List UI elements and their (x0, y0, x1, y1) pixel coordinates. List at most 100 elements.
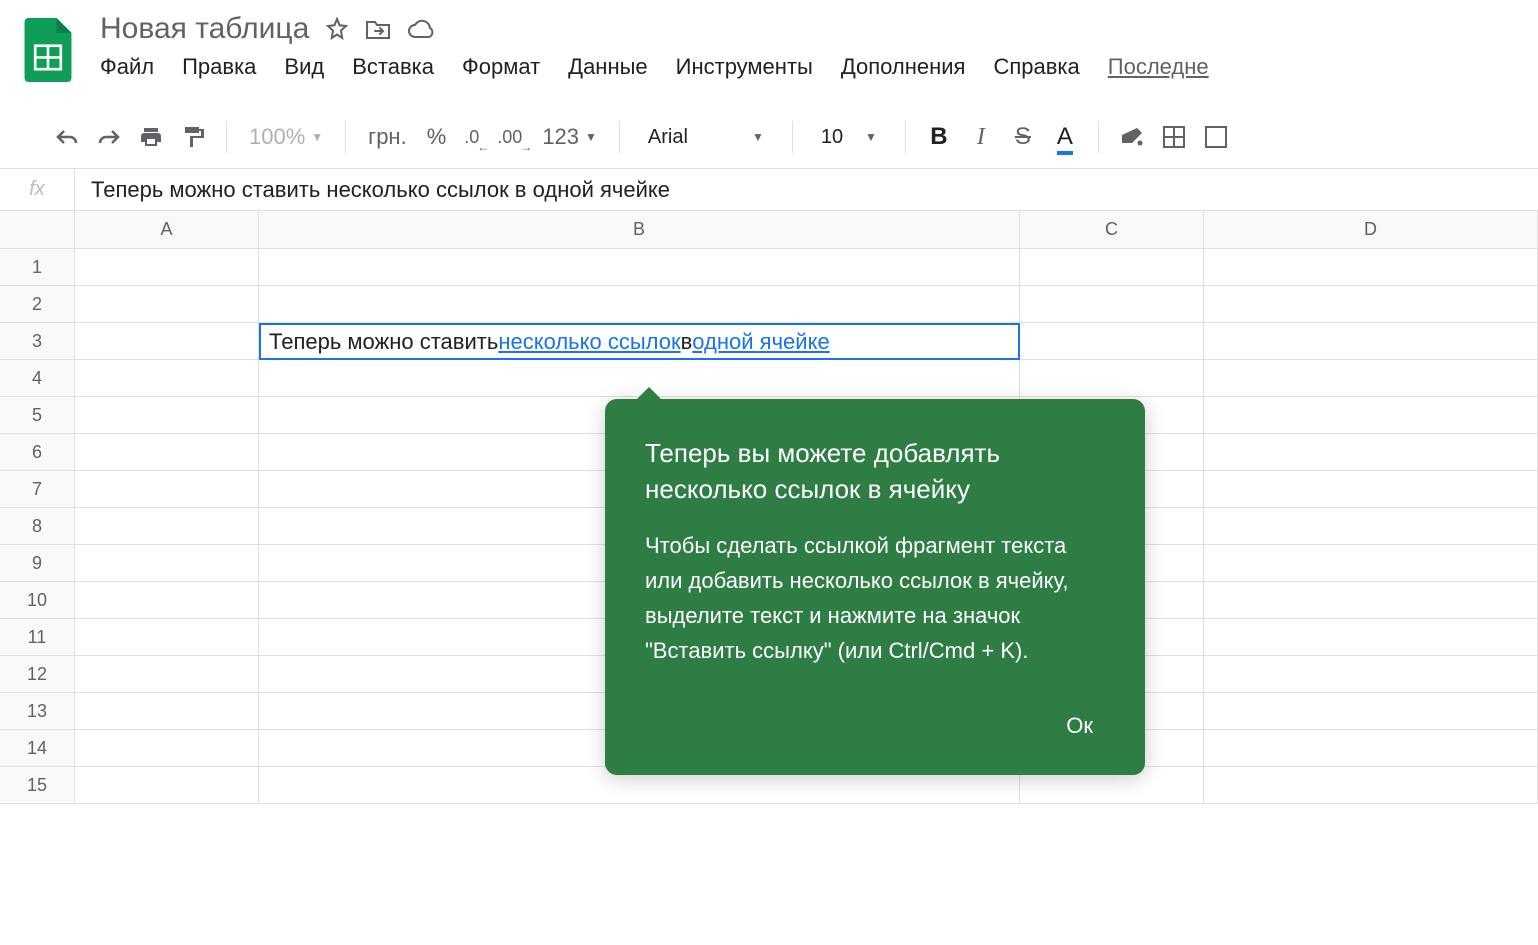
cell[interactable] (75, 397, 259, 434)
cell[interactable] (75, 286, 259, 323)
row-header[interactable]: 6 (0, 434, 75, 471)
percent-button[interactable]: % (421, 124, 453, 150)
cell[interactable] (75, 582, 259, 619)
star-icon[interactable] (325, 17, 349, 41)
paint-format-button[interactable] (176, 120, 210, 154)
menu-help[interactable]: Справка (993, 54, 1079, 80)
redo-button[interactable] (92, 120, 126, 154)
cell[interactable] (1204, 397, 1538, 434)
increase-decimal-button[interactable]: .00→ (491, 120, 528, 154)
font-size-dropdown[interactable]: 10▼ (809, 126, 889, 149)
cell-link-2[interactable]: одной ячейке (692, 329, 829, 355)
cell[interactable] (1020, 286, 1204, 323)
cell-link-1[interactable]: несколько ссылок (498, 329, 680, 355)
menu-file[interactable]: Файл (100, 54, 154, 80)
row-header[interactable]: 13 (0, 693, 75, 730)
cell[interactable] (1204, 249, 1538, 286)
row-header[interactable]: 9 (0, 545, 75, 582)
cell[interactable] (75, 656, 259, 693)
zoom-dropdown[interactable]: 100%▼ (243, 124, 329, 150)
cell[interactable] (259, 249, 1020, 286)
column-header-b[interactable]: B (259, 211, 1020, 248)
cell[interactable] (259, 286, 1020, 323)
cell[interactable] (1020, 323, 1204, 360)
row-header[interactable]: 15 (0, 767, 75, 804)
cell[interactable] (1204, 582, 1538, 619)
cell[interactable] (75, 471, 259, 508)
cell[interactable] (1204, 693, 1538, 730)
toolbar-separator (226, 121, 227, 153)
cell[interactable] (1204, 508, 1538, 545)
row-headers: 1 2 3 4 5 6 7 8 9 10 11 12 13 14 15 (0, 249, 75, 804)
tooltip-ok-button[interactable]: Ок (1054, 705, 1105, 747)
cell[interactable] (1204, 656, 1538, 693)
menu-insert[interactable]: Вставка (352, 54, 434, 80)
cell[interactable] (75, 767, 259, 804)
row-header[interactable]: 14 (0, 730, 75, 767)
feature-tooltip: Теперь вы можете добавлять несколько ссы… (605, 399, 1145, 775)
undo-button[interactable] (50, 120, 84, 154)
selected-cell-b3[interactable]: Теперь можно ставить несколько ссылок в … (259, 323, 1020, 360)
row-header[interactable]: 11 (0, 619, 75, 656)
fill-color-button[interactable] (1115, 120, 1149, 154)
cloud-status-icon[interactable] (407, 19, 435, 39)
cell[interactable] (75, 323, 259, 360)
row-header[interactable]: 10 (0, 582, 75, 619)
cell[interactable] (1204, 767, 1538, 804)
borders-button[interactable] (1157, 120, 1191, 154)
cell[interactable] (75, 508, 259, 545)
format-123-dropdown[interactable]: 123▼ (536, 124, 603, 150)
move-icon[interactable] (365, 18, 391, 40)
cell[interactable] (75, 693, 259, 730)
cell[interactable] (75, 730, 259, 767)
cell[interactable] (1204, 619, 1538, 656)
text-color-button[interactable]: A (1048, 120, 1082, 154)
document-title[interactable]: Новая таблица (100, 12, 309, 46)
row-header[interactable]: 7 (0, 471, 75, 508)
cell[interactable] (1020, 249, 1204, 286)
bold-button[interactable]: B (922, 120, 956, 154)
column-header-a[interactable]: A (75, 211, 259, 248)
menu-format[interactable]: Формат (462, 54, 540, 80)
print-button[interactable] (134, 120, 168, 154)
currency-button[interactable]: грн. (362, 124, 413, 150)
cell[interactable] (1204, 730, 1538, 767)
row-header[interactable]: 3 (0, 323, 75, 360)
merge-cells-button[interactable] (1199, 120, 1233, 154)
row-header[interactable]: 4 (0, 360, 75, 397)
cell[interactable] (1204, 360, 1538, 397)
cell[interactable] (75, 434, 259, 471)
formula-input[interactable]: Теперь можно ставить несколько ссылок в … (75, 177, 1538, 203)
strikethrough-button[interactable]: S (1006, 120, 1040, 154)
row-header[interactable]: 1 (0, 249, 75, 286)
column-header-d[interactable]: D (1204, 211, 1538, 248)
cell[interactable] (1204, 323, 1538, 360)
menu-bar: Файл Правка Вид Вставка Формат Данные Ин… (100, 54, 1518, 80)
cell[interactable] (1204, 286, 1538, 323)
row-header[interactable]: 2 (0, 286, 75, 323)
cell[interactable] (75, 545, 259, 582)
cell[interactable] (75, 249, 259, 286)
row-header[interactable]: 8 (0, 508, 75, 545)
cell[interactable] (75, 619, 259, 656)
menu-addons[interactable]: Дополнения (841, 54, 966, 80)
cell[interactable] (1204, 434, 1538, 471)
italic-button[interactable]: I (964, 120, 998, 154)
cell[interactable] (1020, 360, 1204, 397)
select-all-corner[interactable] (0, 211, 75, 248)
decrease-decimal-button[interactable]: .0← (460, 120, 483, 154)
cell[interactable] (75, 360, 259, 397)
menu-tools[interactable]: Инструменты (676, 54, 813, 80)
row-header[interactable]: 5 (0, 397, 75, 434)
menu-view[interactable]: Вид (284, 54, 324, 80)
sheets-logo[interactable] (20, 12, 76, 88)
column-header-c[interactable]: C (1020, 211, 1204, 248)
row-header[interactable]: 12 (0, 656, 75, 693)
cell[interactable] (1204, 471, 1538, 508)
menu-data[interactable]: Данные (568, 54, 647, 80)
sheets-icon (24, 18, 72, 82)
font-family-dropdown[interactable]: Arial▼ (636, 126, 776, 149)
menu-edit[interactable]: Правка (182, 54, 256, 80)
cell[interactable] (1204, 545, 1538, 582)
menu-last[interactable]: Последне (1108, 54, 1209, 80)
